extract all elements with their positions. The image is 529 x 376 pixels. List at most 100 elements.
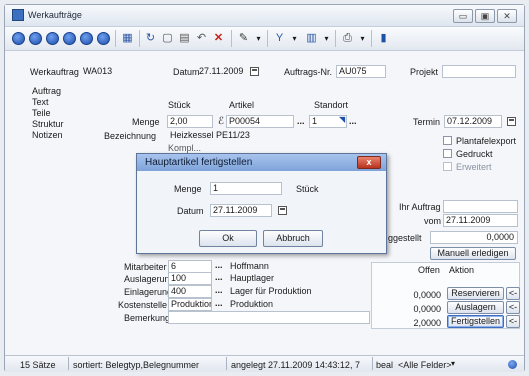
minimize-button[interactable]: ▭ <box>453 9 473 23</box>
bemerkung-field[interactable] <box>168 311 370 324</box>
werkauftrag-field[interactable]: WA013 <box>80 65 138 78</box>
auslagerung-lookup-button[interactable]: ... <box>215 272 223 282</box>
projekt-field[interactable] <box>442 65 516 78</box>
reservieren-button[interactable]: Reservieren <box>447 287 504 300</box>
standort-lookup-button[interactable]: ... <box>349 116 357 126</box>
maximize-button[interactable]: ▣ <box>475 9 495 23</box>
table-view-icon[interactable]: ▦ <box>120 31 135 46</box>
bemerkung-label: Bemerkung <box>124 313 171 323</box>
last-record-icon[interactable] <box>97 32 110 45</box>
offen-header: Offen <box>418 265 440 275</box>
dialog-ok-button[interactable]: Ok <box>199 230 257 247</box>
report-icon[interactable]: ▥ <box>304 31 319 46</box>
dialog-datum-field[interactable]: 27.11.2009 <box>210 204 272 217</box>
next-record-icon[interactable] <box>63 32 76 45</box>
dialog-unit-label: Stück <box>296 184 319 194</box>
app-icon <box>12 9 24 21</box>
reservieren-back-button[interactable]: <- <box>506 287 520 300</box>
first-record-icon[interactable] <box>12 32 25 45</box>
toolbar-separator <box>267 30 268 47</box>
title-bar <box>5 5 524 27</box>
fertiggestellt-field: 0,0000 <box>430 231 518 244</box>
status-separator <box>372 357 373 370</box>
einlagerung-lookup-button[interactable]: ... <box>215 285 223 295</box>
datum-field[interactable]: 27.11.2009 <box>196 65 248 78</box>
new-document-icon[interactable]: ▢ <box>160 31 175 46</box>
filter-dropdown-icon[interactable]: ▾ <box>451 359 455 368</box>
dialog-menge-field[interactable]: 1 <box>210 182 282 195</box>
fertigstellen-button[interactable]: Fertigstellen <box>447 315 504 328</box>
vom-field[interactable]: 27.11.2009 <box>443 214 518 227</box>
auslagerung-field[interactable]: 100 <box>168 272 212 285</box>
next-page-icon[interactable] <box>80 32 93 45</box>
status-created: angelegt 27.11.2009 14:43:12, 7 <box>231 360 360 370</box>
calendar-icon[interactable] <box>250 67 259 76</box>
previous-page-icon[interactable] <box>29 32 42 45</box>
dialog-abbruch-button[interactable]: Abbruch <box>263 230 323 247</box>
termin-calendar-icon[interactable] <box>507 117 516 126</box>
refresh-icon[interactable]: ↻ <box>143 31 158 46</box>
print-dropdown-icon[interactable]: ▾ <box>355 31 370 46</box>
close-window-button[interactable]: ✕ <box>497 9 517 23</box>
book-icon[interactable]: ▮ <box>376 31 391 46</box>
sidebar-item-notizen[interactable]: Notizen <box>28 130 94 141</box>
delete-icon[interactable]: ✕ <box>211 31 226 46</box>
tools-dropdown-icon[interactable]: ▾ <box>251 31 266 46</box>
status-indicator-icon <box>508 360 517 369</box>
dialog-close-button[interactable]: x <box>357 156 381 169</box>
undo-icon[interactable]: ↶ <box>194 31 209 46</box>
kostenstelle-lookup-button[interactable]: ... <box>215 298 223 308</box>
auftragsnr-field[interactable]: AU075 <box>336 65 386 78</box>
bezeichnung-line2: Kompl... <box>168 143 202 153</box>
kostenstelle-field[interactable]: Produktion <box>168 298 212 311</box>
manuell-erledigen-button[interactable]: Manuell erledigen <box>430 247 516 260</box>
plantafelexport-checkbox[interactable] <box>443 136 452 145</box>
auslagern-button[interactable]: Auslagern <box>447 301 504 314</box>
filter-icon[interactable]: Y <box>272 31 287 46</box>
previous-record-icon[interactable] <box>46 32 59 45</box>
ihr-auftrag-label: Ihr Auftrag <box>399 202 441 212</box>
kostenstelle-name: Produktion <box>230 299 274 309</box>
sidebar-item-struktur[interactable]: Struktur <box>28 119 94 130</box>
werkauftrag-label: Werkauftrag <box>30 67 79 77</box>
auslagern-offen: 0,0000 <box>413 304 441 314</box>
toolbar-separator <box>231 30 232 47</box>
fertiggestellt-label: ggestellt <box>388 233 422 243</box>
gedruckt-checkbox[interactable] <box>443 149 452 158</box>
dialog-title: Hauptartikel fertigstellen <box>137 154 386 171</box>
menge-label: Menge <box>132 117 160 127</box>
erweitert-checkbox[interactable] <box>443 162 452 171</box>
gedruckt-label: Gedruckt <box>456 149 493 159</box>
sidebar-item-teile[interactable]: Teile <box>28 108 94 119</box>
fertigstellen-back-button[interactable]: <- <box>506 315 520 328</box>
sidebar-item-auftrag[interactable]: Auftrag <box>28 86 94 97</box>
tools-icon[interactable]: ✎ <box>236 31 251 46</box>
erweitert-label: Erweitert <box>456 162 492 172</box>
toolbar-separator <box>335 30 336 47</box>
ihr-auftrag-field[interactable] <box>443 200 518 213</box>
print-icon[interactable]: ⎙ <box>340 31 355 46</box>
dialog-calendar-icon[interactable] <box>278 206 287 215</box>
reservieren-offen: 0,0000 <box>413 290 441 300</box>
bezeichnung-label: Bezeichnung <box>104 131 157 141</box>
filter-dropdown-icon[interactable]: ▾ <box>287 31 302 46</box>
menge-field[interactable]: 2,00 <box>167 115 213 128</box>
artikel-lookup-button[interactable]: ... <box>297 116 305 126</box>
termin-field[interactable]: 07.12.2009 <box>444 115 502 128</box>
auslagern-back-button[interactable]: <- <box>506 301 520 314</box>
save-icon[interactable]: ▤ <box>177 31 192 46</box>
standort-arrow-icon[interactable]: ◥ <box>339 115 345 124</box>
toolbar-separator <box>139 30 140 47</box>
artikel-link-icon[interactable]: ℰ <box>218 116 224 127</box>
status-separator <box>68 357 69 370</box>
report-dropdown-icon[interactable]: ▾ <box>319 31 334 46</box>
bezeichnung-field[interactable]: Heizkessel PE11/23 <box>167 129 367 142</box>
kostenstelle-label: Kostenstelle <box>118 300 168 310</box>
mitarbeiter-lookup-button[interactable]: ... <box>215 260 223 270</box>
sidebar-item-text[interactable]: Text <box>28 97 94 108</box>
einlagerung-field[interactable]: 400 <box>168 285 212 298</box>
auftragsnr-label: Auftrags-Nr. <box>284 67 333 77</box>
plantafelexport-label: Plantafelexport <box>456 136 517 146</box>
status-filter[interactable]: <Alle Felder> <box>398 360 452 370</box>
artikel-field[interactable]: P00054 <box>226 115 294 128</box>
